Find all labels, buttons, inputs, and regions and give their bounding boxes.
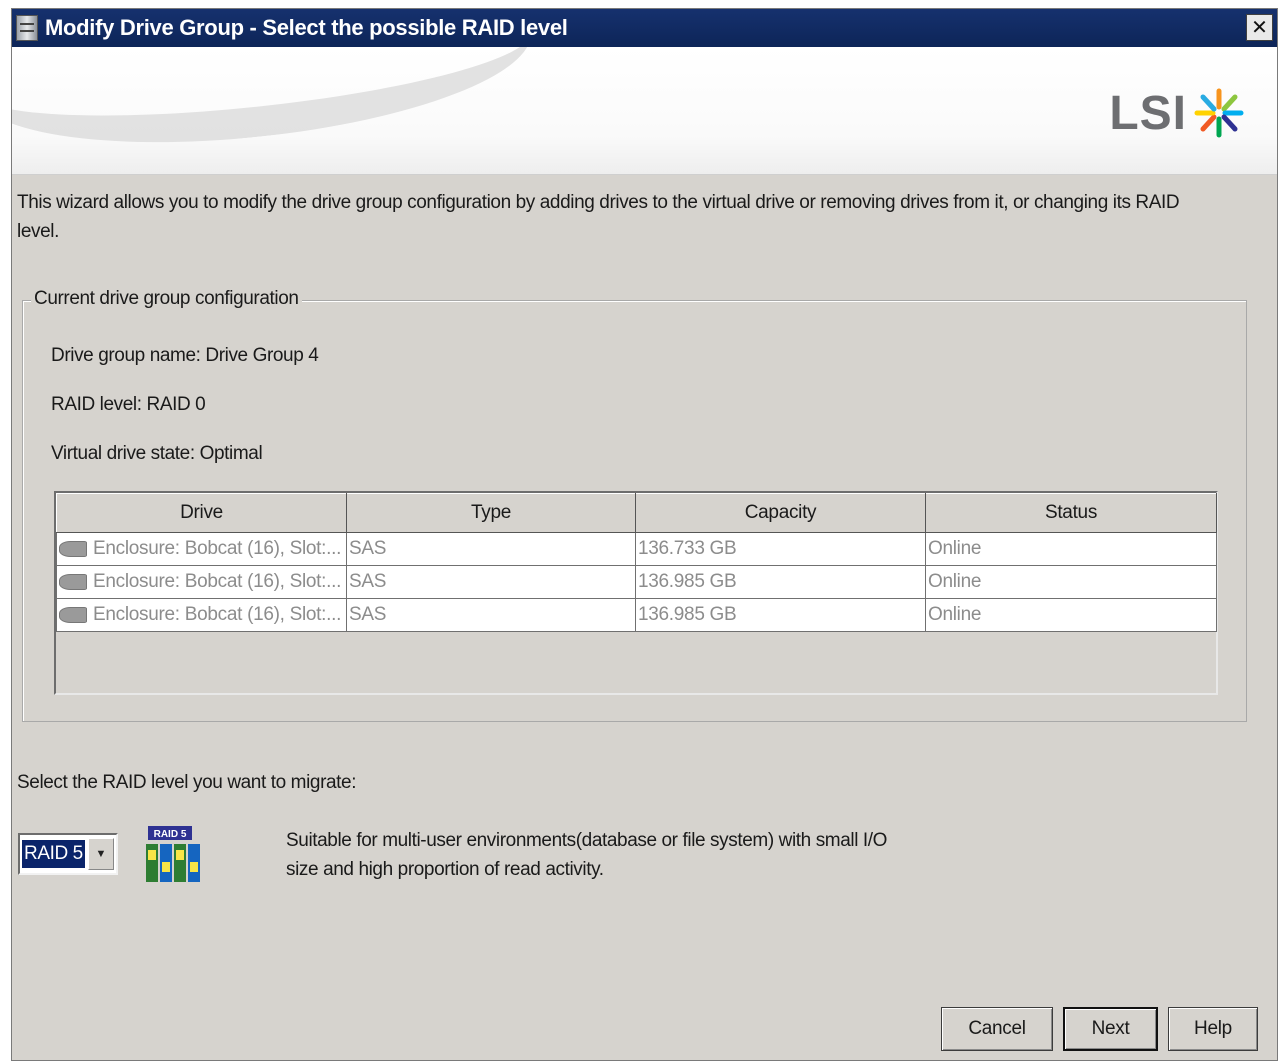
type-cell: SAS — [346, 565, 636, 599]
next-button[interactable]: Next — [1063, 1007, 1158, 1051]
column-header-capacity[interactable]: Capacity — [635, 493, 926, 533]
disk-icon — [59, 541, 87, 557]
group-legend: Current drive group configuration — [31, 288, 302, 310]
close-button[interactable]: ✕ — [1246, 14, 1273, 41]
raid-5-icon: RAID 5 — [146, 826, 200, 882]
raid-level-selected: RAID 5 — [22, 840, 85, 868]
raid-level-description: Suitable for multi-user environments(dat… — [286, 830, 888, 880]
column-header-type[interactable]: Type — [346, 493, 636, 533]
drive-cell: Enclosure: Bobcat (16), Slot:... — [56, 598, 347, 632]
capacity-cell: 136.985 GB — [635, 598, 926, 632]
drive-cell: Enclosure: Bobcat (16), Slot:... — [56, 532, 347, 566]
drive-group-name: Drive group name: Drive Group 4 — [51, 345, 319, 366]
status-cell: Online — [925, 598, 1217, 632]
drive-name: Enclosure: Bobcat (16), Slot:... — [93, 604, 342, 625]
disk-icon — [59, 574, 87, 590]
server-icon — [16, 15, 38, 41]
table-row[interactable]: Enclosure: Bobcat (16), Slot:... SAS 136… — [56, 565, 1217, 599]
banner-swoosh — [12, 47, 539, 166]
raid-level-select[interactable]: RAID 5 ▼ — [18, 833, 118, 875]
current-config-group: Current drive group configuration Drive … — [22, 288, 1247, 722]
drive-cell: Enclosure: Bobcat (16), Slot:... — [56, 565, 347, 599]
virtual-drive-state: Virtual drive state: Optimal — [51, 443, 263, 464]
table-row[interactable]: Enclosure: Bobcat (16), Slot:... SAS 136… — [56, 532, 1217, 566]
logo-text: LSI — [1109, 86, 1187, 140]
type-cell: SAS — [346, 532, 636, 566]
window-title: Modify Drive Group - Select the possible… — [45, 15, 568, 40]
dropdown-arrow-icon[interactable]: ▼ — [88, 838, 114, 870]
disk-icon — [59, 607, 87, 623]
type-cell: SAS — [346, 598, 636, 632]
capacity-cell: 136.985 GB — [635, 565, 926, 599]
status-cell: Online — [925, 532, 1217, 566]
drive-name: Enclosure: Bobcat (16), Slot:... — [93, 538, 342, 559]
close-icon: ✕ — [1251, 17, 1268, 39]
capacity-cell: 136.733 GB — [635, 532, 926, 566]
table-row[interactable]: Enclosure: Bobcat (16), Slot:... SAS 136… — [56, 598, 1217, 632]
header-banner: LSI — [12, 47, 1277, 175]
drives-table[interactable]: Drive Type Capacity Status Enclosure: Bo… — [54, 491, 1218, 695]
raid-level: RAID level: RAID 0 — [51, 394, 206, 415]
status-cell: Online — [925, 565, 1217, 599]
cancel-button[interactable]: Cancel — [941, 1007, 1053, 1051]
migrate-label: Select the RAID level you want to migrat… — [17, 772, 357, 793]
help-button[interactable]: Help — [1168, 1007, 1258, 1051]
raid-icon-label: RAID 5 — [154, 829, 187, 840]
drive-name: Enclosure: Bobcat (16), Slot:... — [93, 571, 342, 592]
lsi-logo: LSI — [1109, 83, 1247, 143]
column-header-drive[interactable]: Drive — [56, 493, 347, 533]
table-header: Drive Type Capacity Status — [56, 493, 1217, 533]
title-bar[interactable]: Modify Drive Group - Select the possible… — [12, 9, 1277, 47]
wizard-intro-text: This wizard allows you to modify the dri… — [17, 192, 1180, 242]
lsi-starburst-icon — [1194, 88, 1244, 138]
column-header-status[interactable]: Status — [925, 493, 1217, 533]
